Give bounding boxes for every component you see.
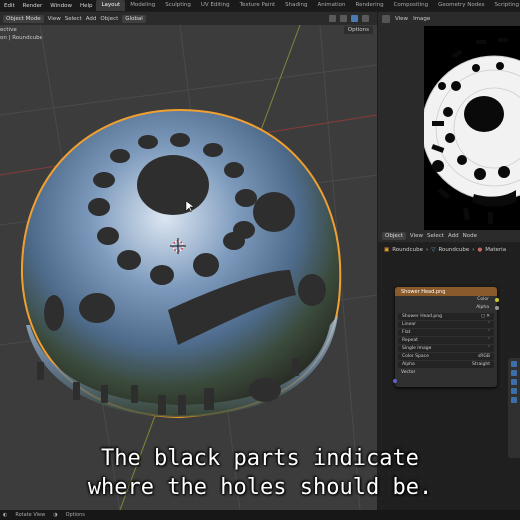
menu-edit[interactable]: Edit bbox=[0, 3, 19, 9]
menu-view[interactable]: View bbox=[395, 16, 408, 22]
output-color: Color bbox=[477, 297, 489, 302]
tab-geometry-nodes[interactable]: Geometry Nodes bbox=[433, 0, 489, 11]
menu-add[interactable]: Add bbox=[86, 16, 97, 22]
mode-dropdown[interactable]: Object Mode bbox=[3, 14, 44, 23]
solid-shading-icon[interactable] bbox=[340, 15, 347, 22]
image-controls-icon: ◻ ✕ bbox=[481, 314, 490, 319]
node-socket-chip[interactable] bbox=[511, 397, 517, 403]
chevron-down-icon: ˅ bbox=[487, 330, 490, 335]
node-socket-chip[interactable] bbox=[511, 388, 517, 394]
vector-input-socket[interactable] bbox=[393, 379, 397, 383]
color-space-value: sRGB bbox=[477, 354, 490, 359]
tab-uv-editing[interactable]: UV Editing bbox=[196, 0, 235, 11]
viewport-scene bbox=[0, 25, 377, 510]
menu-node[interactable]: Node bbox=[463, 233, 477, 239]
projection-dropdown[interactable]: Flat ˅ bbox=[398, 329, 494, 336]
source-dropdown[interactable]: Single Image ˅ bbox=[398, 345, 494, 352]
orientation-dropdown[interactable]: Global bbox=[122, 14, 146, 23]
object-dropdown[interactable]: Object bbox=[382, 232, 406, 240]
breadcrumb-object[interactable]: Roundcube bbox=[392, 247, 423, 253]
video-subtitle: The black parts indicate where the holes… bbox=[0, 444, 520, 502]
status-rotate-view: Rotate View bbox=[15, 512, 46, 518]
node-socket-chip[interactable] bbox=[511, 361, 517, 367]
rendered-shading-icon[interactable] bbox=[362, 15, 369, 22]
image-name: Shower Head.png bbox=[402, 314, 442, 319]
status-options: Options bbox=[65, 512, 85, 518]
menu-select[interactable]: Select bbox=[427, 233, 444, 239]
menu-view[interactable]: View bbox=[48, 16, 61, 22]
menu-add[interactable]: Add bbox=[448, 233, 459, 239]
shower-head-texture bbox=[424, 38, 520, 224]
status-bar: ◐ Rotate View ◑ Options bbox=[0, 510, 520, 520]
menu-window[interactable]: Window bbox=[46, 3, 76, 9]
3d-viewport[interactable]: Object Mode View Select Add Object Globa… bbox=[0, 12, 377, 510]
input-vector: Vector bbox=[401, 370, 416, 375]
projection-value: Flat bbox=[402, 330, 411, 335]
shower-head-mesh bbox=[20, 108, 342, 419]
material-shading-icon[interactable] bbox=[351, 15, 358, 22]
breadcrumb: ▣ Roundcube › ▽ Roundcube › ● Materia bbox=[378, 244, 520, 255]
subtitle-line-2: where the holes should be. bbox=[87, 475, 433, 500]
alpha-output-socket[interactable] bbox=[495, 306, 499, 310]
interpolation-value: Linear bbox=[402, 322, 416, 327]
image-editor-header: View Image bbox=[378, 12, 520, 25]
image-canvas[interactable] bbox=[424, 26, 520, 230]
tab-layout[interactable]: Layout bbox=[96, 0, 126, 11]
menu-help[interactable]: Help bbox=[76, 3, 97, 9]
mouse-icon: ◐ bbox=[3, 512, 8, 518]
mouse-icon: ◑ bbox=[53, 512, 58, 518]
chevron-down-icon: ˅ bbox=[487, 346, 490, 351]
extension-value: Repeat bbox=[402, 338, 418, 343]
color-space-label: Color Space bbox=[402, 354, 429, 359]
image-texture-node[interactable]: Shower Head.png Color Alpha Shower Head.… bbox=[393, 287, 499, 387]
tab-sculpting[interactable]: Sculpting bbox=[160, 0, 196, 11]
tab-modeling[interactable]: Modeling bbox=[125, 0, 160, 11]
alpha-mode-dropdown[interactable]: Alpha Straight bbox=[398, 361, 494, 368]
material-icon: ● bbox=[477, 246, 483, 253]
tab-texture-paint[interactable]: Texture Paint bbox=[235, 0, 281, 11]
node-title[interactable]: Shower Head.png bbox=[395, 287, 497, 296]
menu-select[interactable]: Select bbox=[65, 16, 82, 22]
wireframe-shading-icon[interactable] bbox=[329, 15, 336, 22]
extension-dropdown[interactable]: Repeat ˅ bbox=[398, 337, 494, 344]
tab-rendering[interactable]: Rendering bbox=[351, 0, 389, 11]
chevron-right-icon: › bbox=[426, 246, 429, 253]
principled-bsdf-node[interactable] bbox=[508, 358, 520, 458]
node-socket-chip[interactable] bbox=[511, 379, 517, 385]
menu-image[interactable]: Image bbox=[413, 16, 430, 22]
chevron-down-icon: ˅ bbox=[487, 338, 490, 343]
tab-compositing[interactable]: Compositing bbox=[389, 0, 433, 11]
interpolation-dropdown[interactable]: Linear ˅ bbox=[398, 321, 494, 328]
breadcrumb-mesh[interactable]: Roundcube bbox=[438, 247, 469, 253]
output-alpha: Alpha bbox=[476, 305, 489, 310]
tab-shading[interactable]: Shading bbox=[280, 0, 312, 11]
top-menu-bar: Edit Render Window Help Layout Modeling … bbox=[0, 0, 520, 11]
node-editor-header: Object View Select Add Node bbox=[378, 230, 520, 242]
alpha-mode-label: Alpha bbox=[402, 362, 415, 367]
color-output-socket[interactable] bbox=[495, 298, 499, 302]
breadcrumb-material[interactable]: Materia bbox=[485, 247, 506, 253]
image-editor[interactable]: View Image bbox=[378, 12, 520, 230]
alpha-mode-value: Straight bbox=[472, 362, 490, 367]
mesh-icon: ▽ bbox=[431, 246, 436, 253]
node-socket-chip[interactable] bbox=[511, 370, 517, 376]
tab-scripting[interactable]: Scripting bbox=[489, 0, 520, 11]
tab-animation[interactable]: Animation bbox=[312, 0, 350, 11]
source-value: Single Image bbox=[402, 346, 432, 351]
subtitle-line-1: The black parts indicate bbox=[101, 446, 419, 471]
image-selector[interactable]: Shower Head.png ◻ ✕ bbox=[398, 313, 494, 320]
viewport-header: Object Mode View Select Add Object Globa… bbox=[0, 12, 377, 25]
menu-render[interactable]: Render bbox=[19, 3, 47, 9]
color-space-dropdown[interactable]: Color Space sRGB bbox=[398, 353, 494, 360]
object-icon: ▣ bbox=[384, 246, 390, 253]
menu-object[interactable]: Object bbox=[100, 16, 118, 22]
chevron-right-icon: › bbox=[472, 246, 475, 253]
editor-type-icon[interactable] bbox=[382, 14, 390, 23]
chevron-down-icon: ˅ bbox=[487, 322, 490, 327]
menu-view[interactable]: View bbox=[410, 233, 423, 239]
